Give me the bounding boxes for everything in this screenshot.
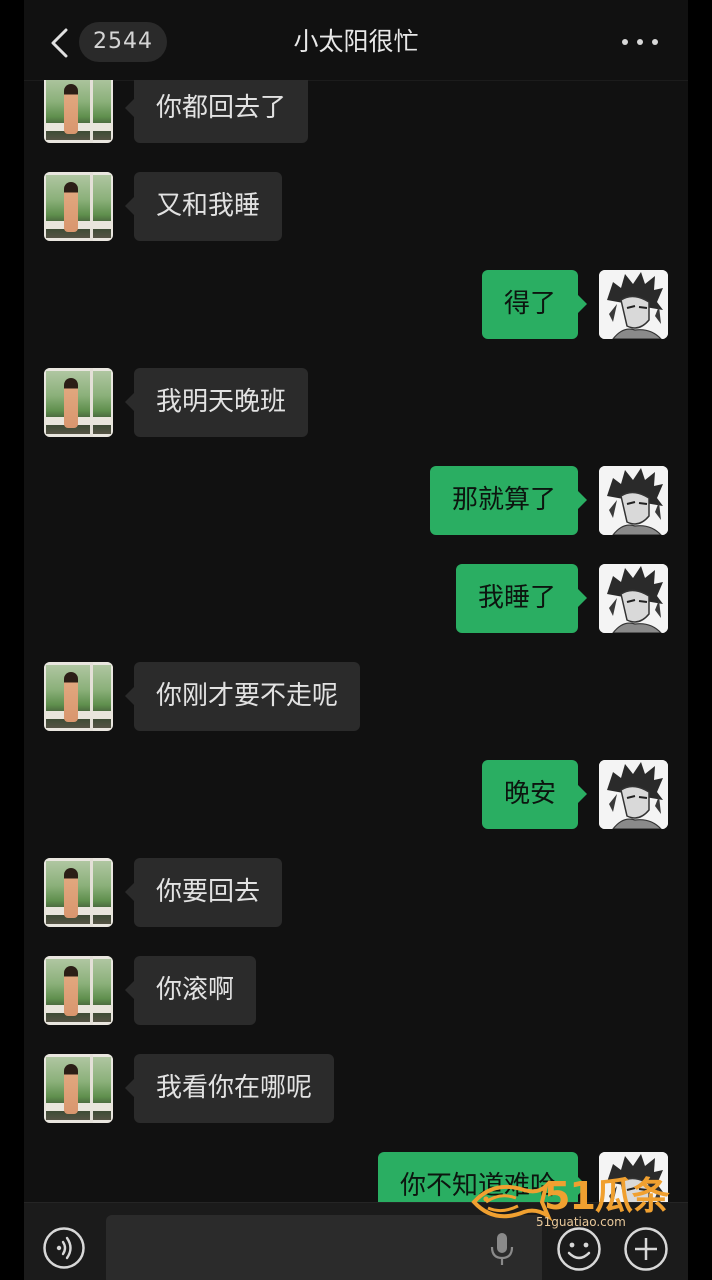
more-options-button[interactable] [622, 30, 658, 54]
chat-screen: 2544 小太阳很忙 你都回去了 又和我睡 得了 我明天晚班 那就算了 我睡了 … [24, 0, 688, 1280]
message-row-incoming: 你要回去 [24, 858, 688, 928]
message-bubble[interactable]: 你滚啊 [124, 956, 257, 1025]
contact-avatar[interactable] [44, 368, 113, 437]
chevron-left-icon [51, 28, 68, 58]
message-bubble[interactable]: 那就算了 [429, 466, 588, 535]
sketch-portrait-icon [599, 760, 668, 829]
more-dots-icon [652, 39, 658, 45]
message-bubble[interactable]: 我明天晚班 [124, 368, 309, 437]
sketch-portrait-icon [599, 466, 668, 535]
message-row-incoming: 你滚啊 [24, 956, 688, 1026]
message-row-incoming: 你刚才要不走呢 [24, 662, 688, 732]
message-row-incoming: 我看你在哪呢 [24, 1054, 688, 1124]
sketch-portrait-icon [599, 270, 668, 339]
contact-avatar[interactable] [44, 172, 113, 241]
message-bubble[interactable]: 晚安 [481, 760, 588, 829]
message-list[interactable]: 你都回去了 又和我睡 得了 我明天晚班 那就算了 我睡了 你刚才要不走呢 晚安 … [24, 80, 688, 1202]
contact-avatar[interactable] [44, 1054, 113, 1123]
emoji-icon[interactable] [556, 1226, 602, 1272]
plus-icon[interactable] [623, 1226, 669, 1272]
message-row-incoming: 我明天晚班 [24, 368, 688, 438]
more-dots-icon [622, 39, 628, 45]
message-row-outgoing: 那就算了 [24, 466, 688, 536]
message-bubble[interactable]: 你都回去了 [124, 80, 309, 143]
sketch-portrait-icon [599, 564, 668, 633]
unread-count-badge: 2544 [79, 22, 167, 62]
contact-avatar[interactable] [44, 858, 113, 927]
user-avatar[interactable] [599, 564, 668, 633]
message-row-incoming: 你都回去了 [24, 80, 688, 144]
watermark: 51瓜条 51guatiao.com [468, 1172, 688, 1229]
contact-avatar[interactable] [44, 80, 113, 143]
message-bubble[interactable]: 我睡了 [455, 564, 588, 633]
message-bubble[interactable]: 你刚才要不走呢 [124, 662, 361, 731]
more-dots-icon [637, 39, 643, 45]
user-avatar[interactable] [599, 760, 668, 829]
message-bubble[interactable]: 你要回去 [124, 858, 283, 927]
message-row-outgoing: 晚安 [24, 760, 688, 830]
mic-icon[interactable] [489, 1231, 515, 1267]
message-bubble[interactable]: 我看你在哪呢 [124, 1054, 335, 1123]
message-row-outgoing: 得了 [24, 270, 688, 340]
user-avatar[interactable] [599, 466, 668, 535]
voice-wave-icon[interactable] [42, 1226, 86, 1270]
watermark-brand: 51瓜条 [544, 1174, 670, 1218]
user-avatar[interactable] [599, 270, 668, 339]
contact-avatar[interactable] [44, 956, 113, 1025]
chat-title: 小太阳很忙 [293, 27, 419, 56]
message-row-incoming: 又和我睡 [24, 172, 688, 242]
watermark-domain: 51guatiao.com [536, 1215, 626, 1229]
message-bubble[interactable]: 得了 [481, 270, 588, 339]
message-row-outgoing: 我睡了 [24, 564, 688, 634]
chat-header: 2544 小太阳很忙 [24, 0, 688, 81]
message-bubble[interactable]: 又和我睡 [124, 172, 283, 241]
contact-avatar[interactable] [44, 662, 113, 731]
